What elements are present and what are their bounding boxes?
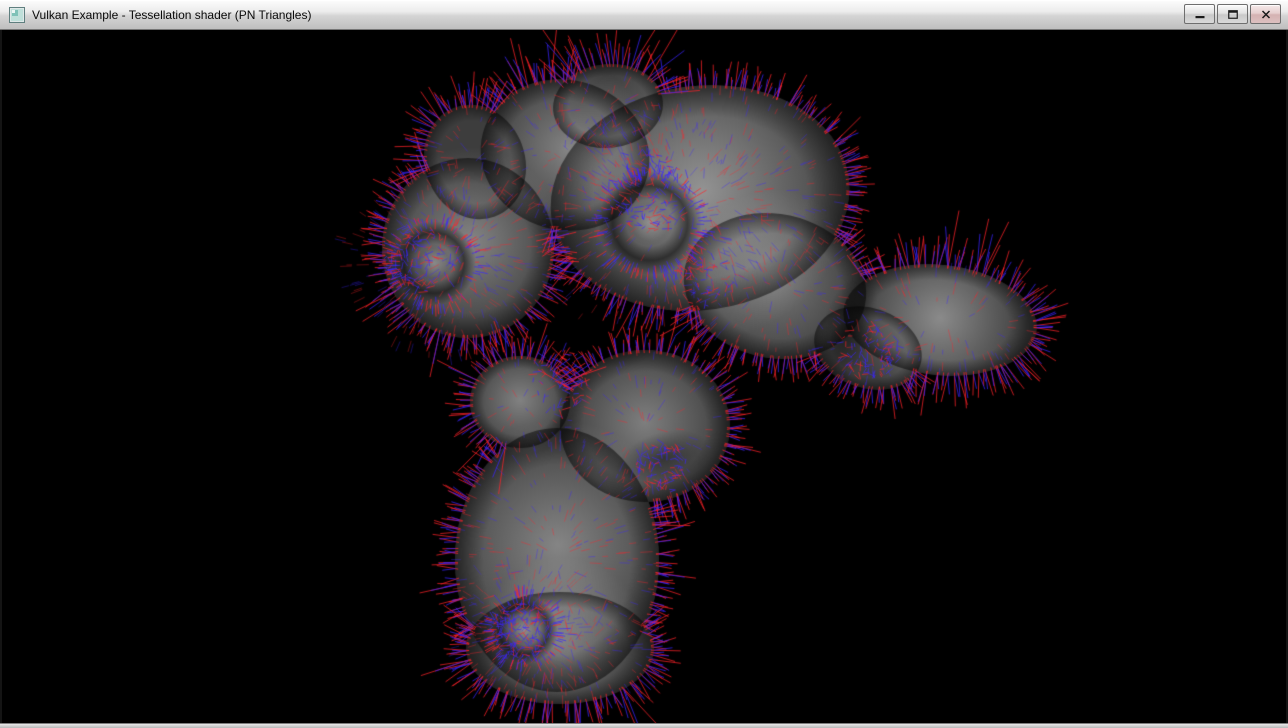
maximize-button[interactable]	[1217, 4, 1248, 24]
window-frame-left	[0, 30, 2, 723]
render-viewport[interactable]	[2, 30, 1286, 723]
caption-buttons	[1184, 4, 1281, 24]
window-frame-bottom	[0, 723, 1288, 728]
close-button[interactable]	[1250, 4, 1281, 24]
minimize-button[interactable]	[1184, 4, 1215, 24]
close-icon	[1261, 10, 1271, 19]
app-icon	[9, 7, 25, 23]
maximize-icon	[1228, 10, 1238, 19]
minimize-icon	[1195, 10, 1205, 19]
titlebar[interactable]: Vulkan Example - Tessellation shader (PN…	[0, 0, 1288, 30]
app-window: Vulkan Example - Tessellation shader (PN…	[0, 0, 1288, 728]
window-title: Vulkan Example - Tessellation shader (PN…	[32, 8, 311, 22]
